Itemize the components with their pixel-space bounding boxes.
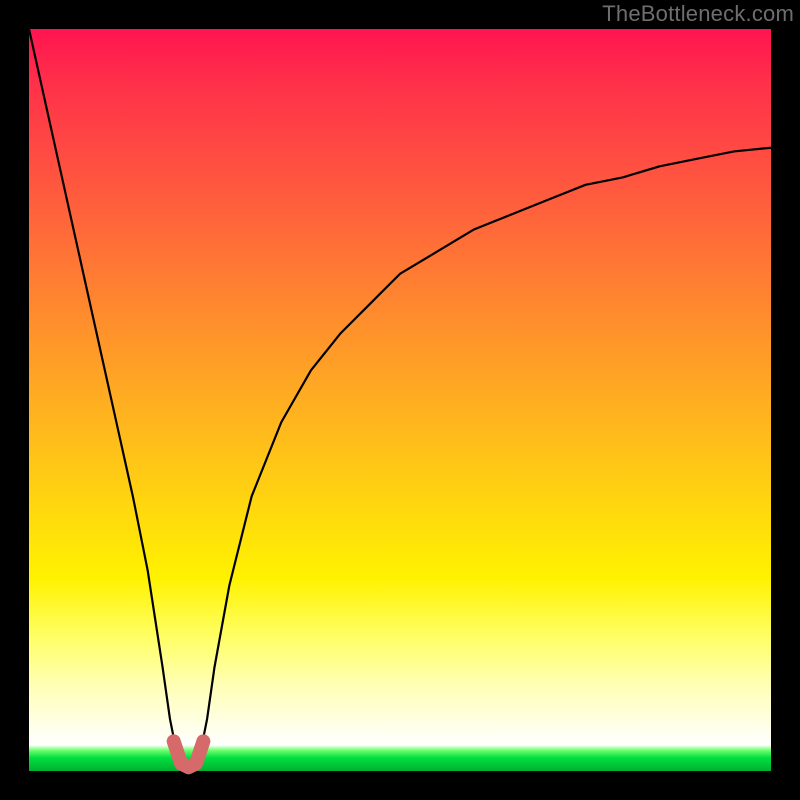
plot-area <box>29 29 771 771</box>
watermark-text: TheBottleneck.com <box>602 1 794 27</box>
minimum-marker <box>174 741 204 767</box>
curve-layer <box>29 29 771 771</box>
chart-frame: TheBottleneck.com <box>0 0 800 800</box>
bottleneck-curve <box>29 29 771 771</box>
